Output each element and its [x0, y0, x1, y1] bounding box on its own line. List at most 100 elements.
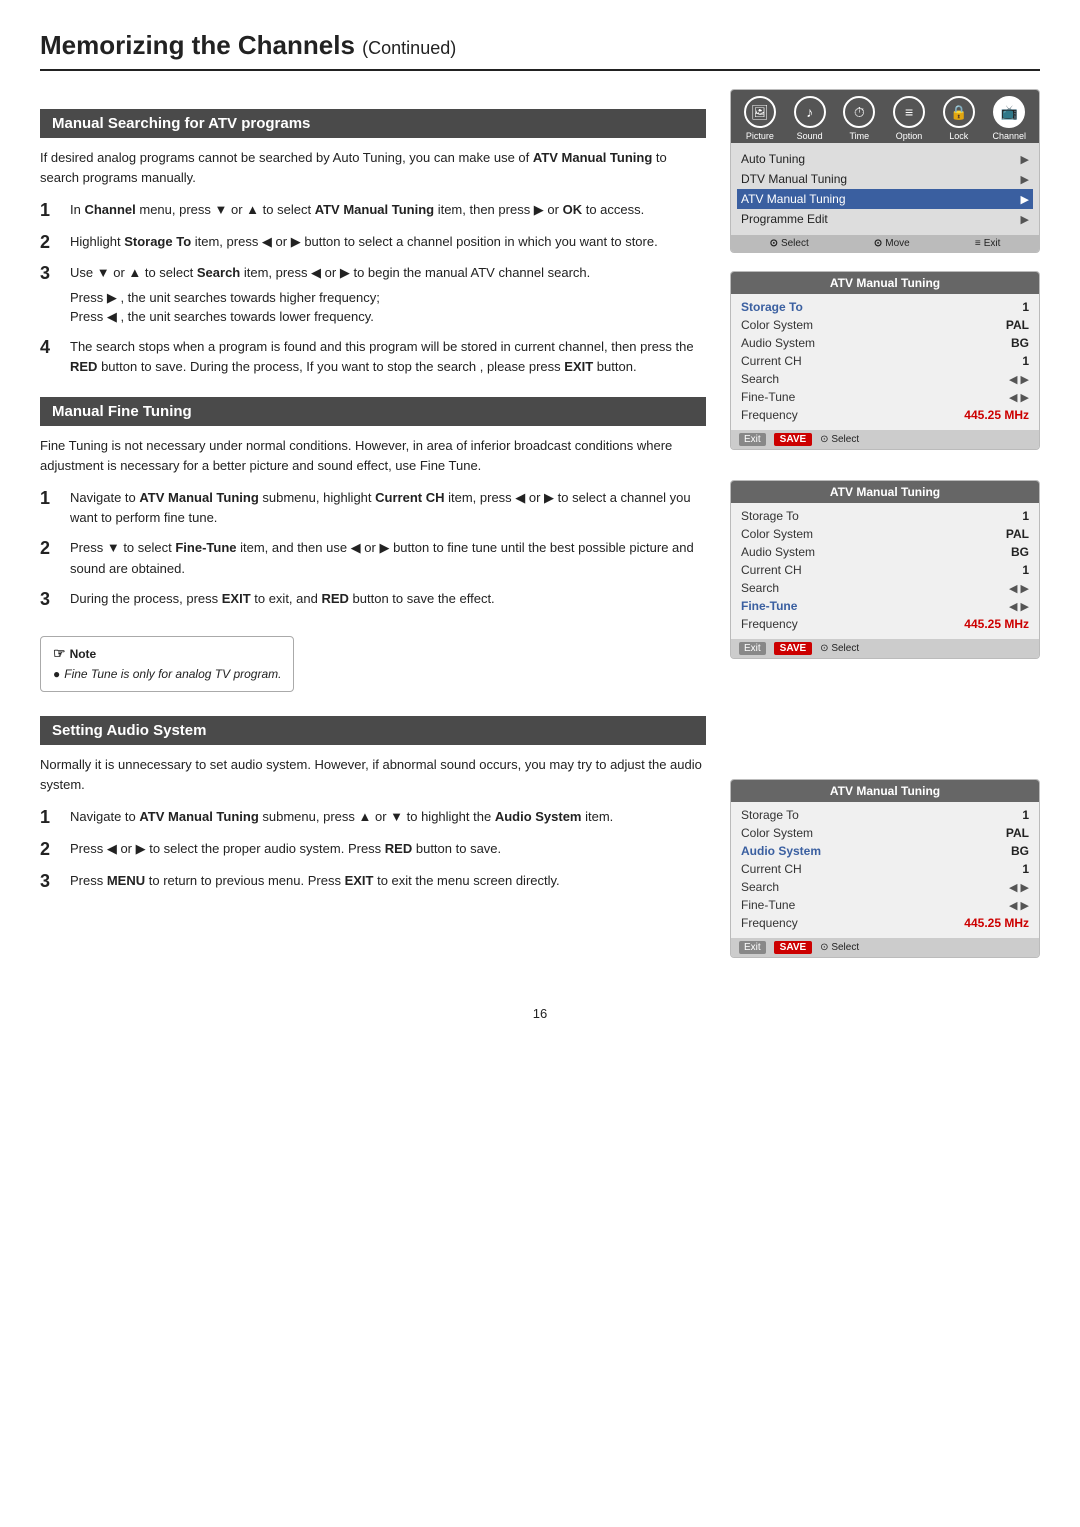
- ft-step-num-2: 2: [40, 538, 60, 560]
- menu-row-dtv: DTV Manual Tuning ▶: [741, 169, 1029, 189]
- atv-row-storage-2: Storage To 1: [741, 507, 1029, 525]
- ft-step-text-2: Press ▼ to select Fine-Tune item, and th…: [70, 538, 706, 578]
- icon-picture-label: Picture: [746, 131, 774, 141]
- step-num-4: 4: [40, 337, 60, 359]
- atv-row-audio-3: Audio System BG: [741, 842, 1029, 860]
- ft-step-num-1: 1: [40, 488, 60, 510]
- audio-label-2: Audio System: [741, 545, 815, 559]
- continued-label: (Continued): [362, 38, 456, 58]
- atv-row-color-1: Color System PAL: [741, 316, 1029, 334]
- atv-row-audio-1: Audio System BG: [741, 334, 1029, 352]
- search-label-3: Search: [741, 880, 779, 894]
- bottom-select: ⊙ Select: [770, 238, 809, 249]
- storage-value-1: 1: [1022, 300, 1029, 314]
- storage-value-3: 1: [1022, 808, 1029, 822]
- menu-row-auto-tuning: Auto Tuning ▶: [741, 149, 1029, 169]
- step-text-2: Highlight Storage To item, press ◀ or ▶ …: [70, 232, 658, 252]
- au-step-2: 2 Press ◀ or ▶ to select the proper audi…: [40, 839, 706, 861]
- currentch-value-1: 1: [1022, 354, 1029, 368]
- right-column: 🖼 Picture ♪ Sound ⏱ Time ≡ Option 🔒: [730, 89, 1040, 976]
- exit-btn-2: Exit: [739, 642, 766, 655]
- currentch-value-3: 1: [1022, 862, 1029, 876]
- ft-step-2: 2 Press ▼ to select Fine-Tune item, and …: [40, 538, 706, 578]
- step-1: 1 In Channel menu, press ▼ or ▲ to selec…: [40, 200, 706, 222]
- audio-value-1: BG: [1011, 336, 1029, 350]
- icon-sound-label: Sound: [797, 131, 823, 141]
- auto-tuning-arrow: ▶: [1021, 153, 1029, 166]
- ft-step-text-1: Navigate to ATV Manual Tuning submenu, h…: [70, 488, 706, 528]
- save-btn-1: SAVE: [774, 433, 813, 446]
- color-label-1: Color System: [741, 318, 813, 332]
- atv-row-currentch-1: Current CH 1: [741, 352, 1029, 370]
- ft-step-1: 1 Navigate to ATV Manual Tuning submenu,…: [40, 488, 706, 528]
- lock-icon: 🔒: [943, 96, 975, 128]
- page-number: 16: [40, 1006, 1040, 1021]
- au-step-3: 3 Press MENU to return to previous menu.…: [40, 871, 706, 893]
- audio-label-1: Audio System: [741, 336, 815, 350]
- select-label-2: ⊙ Select: [820, 643, 859, 654]
- atv-row-storage-1: Storage To 1: [741, 298, 1029, 316]
- step-num-2: 2: [40, 232, 60, 254]
- atv-rows-3: Storage To 1 Color System PAL Audio Syst…: [731, 802, 1039, 938]
- atv-row-finetune-3: Fine-Tune ◀ ▶: [741, 896, 1029, 914]
- ft-step-text-3: During the process, press EXIT to exit, …: [70, 589, 495, 609]
- exit-btn-3: Exit: [739, 941, 766, 954]
- freq-label-3: Frequency: [741, 916, 798, 930]
- storage-label-3: Storage To: [741, 808, 799, 822]
- select-label-3: ⊙ Select: [820, 942, 859, 953]
- audio-label-3: Audio System: [741, 844, 821, 858]
- atv-row-currentch-2: Current CH 1: [741, 561, 1029, 579]
- fine-tuning-steps: 1 Navigate to ATV Manual Tuning submenu,…: [40, 488, 706, 610]
- search-label-1: Search: [741, 372, 779, 386]
- page-title: Memorizing the Channels (Continued): [40, 30, 1040, 71]
- freq-label-1: Frequency: [741, 408, 798, 422]
- icon-lock-label: Lock: [949, 131, 968, 141]
- icon-lock: 🔒 Lock: [943, 96, 975, 141]
- atv-row-audio-2: Audio System BG: [741, 543, 1029, 561]
- atv-row-search-2: Search ◀ ▶: [741, 579, 1029, 597]
- title-text: Memorizing the Channels: [40, 30, 355, 60]
- search-label-2: Search: [741, 581, 779, 595]
- finetune-arrows-1: ◀ ▶: [1009, 391, 1029, 404]
- atv-label: ATV Manual Tuning: [741, 192, 846, 206]
- dtv-arrow: ▶: [1021, 173, 1029, 186]
- left-column: Manual Searching for ATV programs If des…: [40, 89, 706, 902]
- color-value-2: PAL: [1006, 527, 1029, 541]
- icon-option: ≡ Option: [893, 96, 925, 141]
- section-header-audio: Setting Audio System: [40, 716, 706, 745]
- audio-steps: 1 Navigate to ATV Manual Tuning submenu,…: [40, 807, 706, 892]
- section-header-manual-searching: Manual Searching for ATV programs: [40, 109, 706, 138]
- color-value-1: PAL: [1006, 318, 1029, 332]
- icon-option-label: Option: [896, 131, 923, 141]
- icon-channel: 📺 Channel: [993, 96, 1027, 141]
- freq-value-3: 445.25 MHz: [964, 916, 1029, 930]
- freq-label-2: Frequency: [741, 617, 798, 631]
- tv-menu-rows: Auto Tuning ▶ DTV Manual Tuning ▶ ATV Ma…: [731, 143, 1039, 235]
- color-value-3: PAL: [1006, 826, 1029, 840]
- atv-row-freq-1: Frequency 445.25 MHz: [741, 406, 1029, 424]
- atv-bottom-1: Exit SAVE ⊙ Select: [731, 430, 1039, 449]
- finetune-arrows-2: ◀ ▶: [1009, 600, 1029, 613]
- au-step-text-2: Press ◀ or ▶ to select the proper audio …: [70, 839, 501, 859]
- tv-icon-bar: 🖼 Picture ♪ Sound ⏱ Time ≡ Option 🔒: [731, 90, 1039, 143]
- bottom-exit: ≡ Exit: [975, 238, 1001, 249]
- save-btn-3: SAVE: [774, 941, 813, 954]
- finetune-label-2: Fine-Tune: [741, 599, 797, 613]
- section-manual-searching: Manual Searching for ATV programs If des…: [40, 109, 706, 377]
- atv-title-1: ATV Manual Tuning: [731, 272, 1039, 294]
- storage-value-2: 1: [1022, 509, 1029, 523]
- atv-bottom-2: Exit SAVE ⊙ Select: [731, 639, 1039, 658]
- note-text: Fine Tune is only for analog TV program.: [53, 666, 281, 683]
- au-step-num-3: 3: [40, 871, 60, 893]
- icon-sound: ♪ Sound: [794, 96, 826, 141]
- fine-tuning-intro: Fine Tuning is not necessary under norma…: [40, 436, 706, 476]
- currentch-label-3: Current CH: [741, 862, 802, 876]
- tv-bottom-bar: ⊙ Select ⊙ Move ≡ Exit: [731, 235, 1039, 252]
- dtv-label: DTV Manual Tuning: [741, 172, 847, 186]
- color-label-2: Color System: [741, 527, 813, 541]
- atv-row-search-3: Search ◀ ▶: [741, 878, 1029, 896]
- atv-panel-3: ATV Manual Tuning Storage To 1 Color Sys…: [730, 779, 1040, 958]
- atv-row-freq-3: Frequency 445.25 MHz: [741, 914, 1029, 932]
- step-text-4: The search stops when a program is found…: [70, 337, 706, 377]
- programme-edit-arrow: ▶: [1021, 213, 1029, 226]
